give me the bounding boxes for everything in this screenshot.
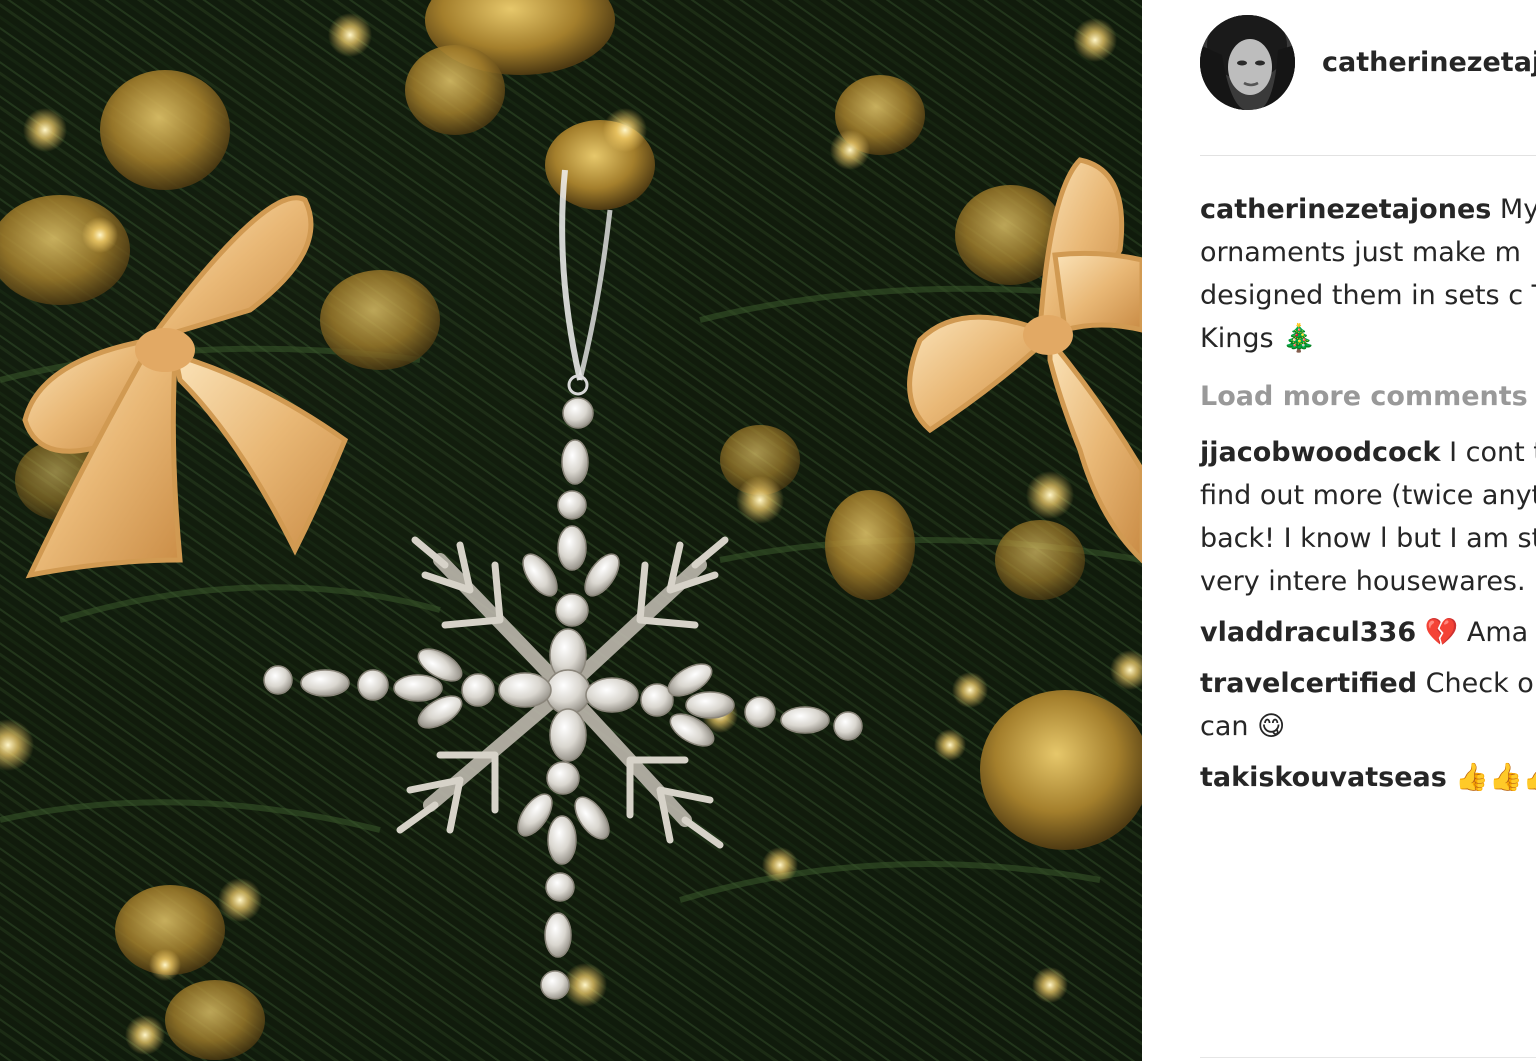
christmas-tree-icon: 🎄	[1282, 323, 1316, 354]
bottom-divider	[1200, 1057, 1536, 1058]
caption: catherinezetajones My ornaments just mak…	[1200, 188, 1536, 360]
comment-username[interactable]: jjacobwoodcock	[1200, 437, 1441, 468]
post-header: catherinezetaj	[1200, 14, 1536, 110]
load-more-comments-link[interactable]: Load more comments	[1200, 375, 1536, 418]
comment-item: travelcertified Check o you can 😋	[1200, 662, 1536, 748]
header-divider	[1200, 155, 1536, 156]
post-sidebar: catherinezetaj catherinezetajones My orn…	[1142, 0, 1536, 1061]
post-photo[interactable]	[0, 0, 1142, 1061]
christmas-ornament-photo	[0, 0, 1142, 1061]
avatar[interactable]	[1200, 14, 1295, 110]
comment-text: Ama	[1458, 617, 1529, 648]
comment-username[interactable]: travelcertified	[1200, 668, 1417, 699]
comment-username[interactable]: vladdracul336	[1200, 617, 1416, 648]
instagram-post-view: catherinezetaj catherinezetajones My orn…	[0, 0, 1536, 1061]
comment-list: catherinezetajones My ornaments just mak…	[1200, 188, 1536, 799]
broken-heart-icon: 💔	[1424, 617, 1459, 648]
avatar-photo-icon	[1200, 14, 1295, 110]
thumbs-up-icon: 👍👍👍	[1455, 762, 1536, 793]
comment-item: jjacobwoodcock I cont to find out more (…	[1200, 431, 1536, 603]
caption-username[interactable]: catherinezetajones	[1200, 194, 1491, 225]
post-author-username[interactable]: catherinezetaj	[1322, 47, 1536, 78]
comment-username[interactable]: takiskouvatseas	[1200, 762, 1447, 793]
yum-face-icon: 😋	[1257, 711, 1286, 742]
comment-item: takiskouvatseas 👍👍👍	[1200, 756, 1536, 799]
comment-item: vladdracul336 💔 Ama	[1200, 611, 1536, 654]
